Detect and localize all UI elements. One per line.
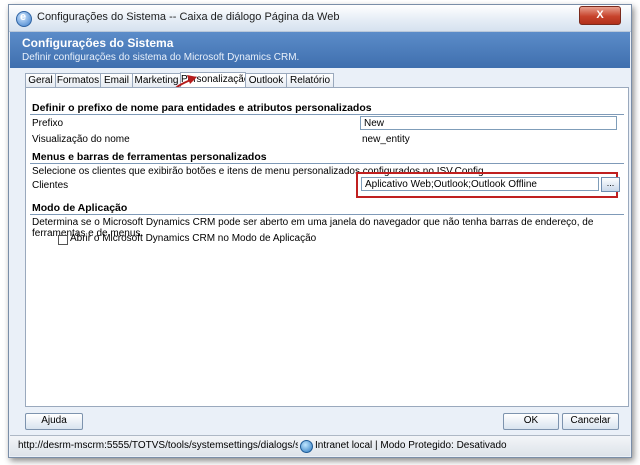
header-band: Configurações do Sistema Definir configu… bbox=[10, 32, 630, 68]
name-preview-value: new_entity bbox=[362, 134, 410, 145]
section-divider bbox=[30, 163, 624, 164]
name-preview-label: Visualização do nome bbox=[32, 134, 130, 145]
section-title-menus: Menus e barras de ferramentas personaliz… bbox=[32, 151, 267, 163]
clients-input[interactable]: Aplicativo Web;Outlook;Outlook Offline bbox=[361, 177, 599, 191]
globe-icon bbox=[300, 440, 313, 453]
app-mode-checkbox-label[interactable]: Abrir o Microsoft Dynamics CRM no Modo d… bbox=[70, 233, 316, 244]
window-title: Configurações do Sistema -- Caixa de diá… bbox=[37, 11, 340, 23]
page-title: Configurações do Sistema bbox=[22, 36, 174, 50]
section-title-app-mode: Modo de Aplicação bbox=[32, 202, 128, 214]
ok-button[interactable]: OK bbox=[503, 413, 559, 430]
prefix-label: Prefixo bbox=[32, 118, 64, 129]
tab-email[interactable]: Email bbox=[100, 73, 133, 88]
cancel-button[interactable]: Cancelar bbox=[562, 413, 619, 430]
security-zone: Intranet local | Modo Protegido: Desativ… bbox=[315, 440, 507, 451]
status-bar: http://desrm-mscrm:5555/TOTVS/tools/syst… bbox=[10, 435, 630, 456]
clients-label: Clientes bbox=[32, 180, 69, 191]
close-button[interactable]: X bbox=[579, 6, 621, 25]
tab-outlook[interactable]: Outlook bbox=[245, 73, 287, 88]
dialog-footer: Ajuda OK Cancelar bbox=[10, 407, 630, 433]
section-title-prefix: Definir o prefixo de nome para entidades… bbox=[32, 102, 372, 114]
dialog-window: Configurações do Sistema -- Caixa de diá… bbox=[8, 4, 632, 458]
prefix-input[interactable]: New bbox=[360, 116, 617, 130]
section-divider bbox=[30, 214, 624, 215]
tab-relatorio[interactable]: Relatório bbox=[286, 73, 334, 88]
app-mode-checkbox[interactable] bbox=[58, 235, 68, 245]
tab-geral[interactable]: Geral bbox=[25, 73, 56, 88]
ie-icon bbox=[16, 11, 32, 27]
title-bar: Configurações do Sistema -- Caixa de diá… bbox=[9, 5, 631, 32]
help-button[interactable]: Ajuda bbox=[25, 413, 83, 430]
section-divider bbox=[30, 114, 624, 115]
status-url: http://desrm-mscrm:5555/TOTVS/tools/syst… bbox=[18, 440, 298, 451]
clients-browse-button[interactable]: ... bbox=[601, 177, 620, 192]
tab-formatos[interactable]: Formatos bbox=[55, 73, 101, 88]
tab-panel-personalizacao: Definir o prefixo de nome para entidades… bbox=[25, 87, 629, 407]
page-subtitle: Definir configurações do sistema do Micr… bbox=[22, 52, 300, 63]
